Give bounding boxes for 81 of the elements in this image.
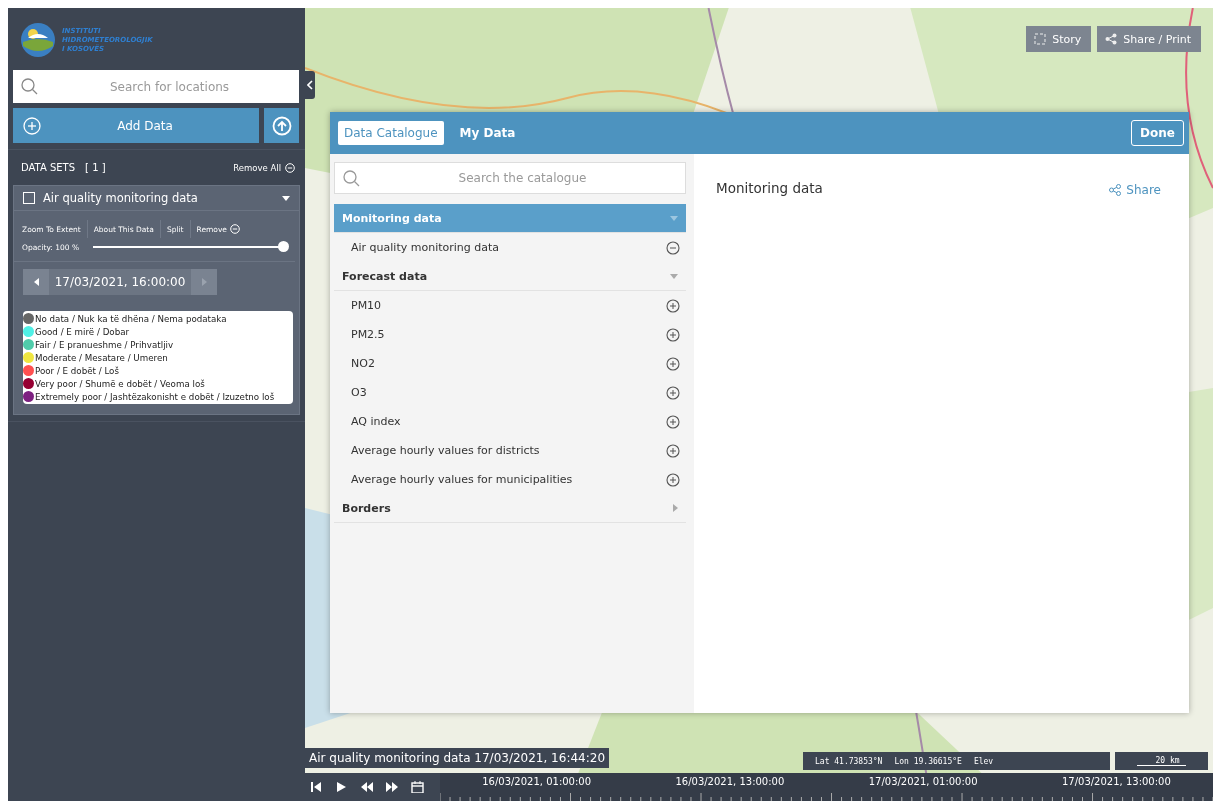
catalogue-item[interactable]: NO2: [351, 357, 666, 370]
coordinate-text: Lon 19.36615°E: [894, 756, 962, 766]
timeline-tick-label: 16/03/2021, 13:00:00: [675, 775, 785, 789]
plus-icon: [666, 356, 680, 371]
catalogue-item[interactable]: PM2.5: [351, 328, 666, 341]
legend-label: Good / E mirë / Dobar: [35, 326, 130, 337]
visibility-checkbox[interactable]: [23, 192, 35, 204]
plus-icon: [666, 443, 680, 458]
upload-button[interactable]: [264, 108, 299, 143]
timeline-track[interactable]: 16/03/2021, 01:00:00 16/03/2021, 13:00:00 17/03/2021, 01:00:00 17/03/2021, 13:00:00: [440, 773, 1213, 801]
catalogue-group[interactable]: Borders: [334, 494, 686, 523]
coordinate-text: Elev: [973, 756, 994, 766]
caret-down-icon: [670, 215, 678, 221]
legend-label: No data / Nuk ka të dhëna / Nema podataka: [35, 313, 227, 324]
share-icon: [1109, 184, 1122, 196]
legend-label: Poor / E dobët / Loš: [35, 365, 119, 376]
add-button[interactable]: [666, 414, 680, 429]
legend-label: Very poor / Shumë e dobët / Veoma loš: [35, 378, 205, 389]
catalogue-item[interactable]: Average hourly values for municipalities: [351, 473, 666, 486]
legend-label: Moderate / Mesatare / Umeren: [35, 352, 168, 363]
plus-icon: [23, 116, 41, 135]
catalogue-item[interactable]: Average hourly values for districts: [351, 444, 666, 457]
plus-icon: [666, 414, 680, 429]
share-icon: [1105, 33, 1118, 45]
catalogue-search-field[interactable]: Search the catalogue: [334, 162, 686, 194]
plus-icon: [666, 298, 680, 313]
layer-title: Air quality monitoring data: [43, 191, 199, 205]
plus-icon: [666, 327, 680, 342]
catalogue-group[interactable]: Forecast data: [334, 262, 686, 291]
frame-icon: [1034, 33, 1047, 45]
add-button[interactable]: [666, 385, 680, 400]
catalogue-search-input[interactable]: Search the catalogue: [368, 170, 677, 186]
minus-icon: [666, 240, 680, 255]
caret-down-icon: [670, 273, 678, 279]
rewind-icon[interactable]: [361, 781, 374, 793]
caret-right-icon: [673, 504, 678, 512]
add-button[interactable]: [666, 327, 680, 342]
previous-button[interactable]: [23, 269, 49, 295]
data-set-count: [ 1 ]: [85, 162, 106, 173]
caret-down-icon: [282, 195, 290, 201]
preview-title: Monitoring data: [716, 180, 823, 196]
skip-back-icon[interactable]: [311, 781, 324, 793]
add-button[interactable]: [666, 443, 680, 458]
catalogue-item[interactable]: Air quality monitoring data: [351, 241, 666, 254]
timeline-tick-label: 16/03/2021, 01:00:00: [482, 775, 592, 789]
section-title: DATA SETS: [21, 162, 76, 173]
add-button[interactable]: [666, 298, 680, 313]
date-label: 17/03/2021, 16:00:00: [53, 274, 187, 291]
right-arrow-icon: [201, 278, 207, 286]
minus-icon: [285, 162, 295, 173]
add-button[interactable]: [666, 356, 680, 371]
collapse-panel-button[interactable]: [305, 71, 315, 99]
catalogue-tab[interactable]: Data Catalogue: [338, 121, 444, 145]
timeline-tick-label: 17/03/2021, 13:00:00: [1061, 775, 1171, 789]
share-button[interactable]: Share: [1109, 183, 1161, 197]
search-icon: [343, 169, 360, 187]
catalogue-item[interactable]: AQ index: [351, 415, 666, 428]
fast-forward-icon[interactable]: [386, 781, 399, 793]
story-button[interactable]: Story: [1026, 26, 1092, 52]
remove-button[interactable]: [666, 240, 680, 255]
legend-label: Extremely poor / Jashtëzakonisht e dobët / Izuzetno loš: [35, 391, 275, 402]
calendar-icon[interactable]: [411, 781, 424, 793]
add-button[interactable]: [666, 472, 680, 487]
scale-label: 20 km: [1137, 756, 1186, 766]
catalogue-item[interactable]: O3: [351, 386, 666, 399]
upload-icon: [271, 115, 292, 136]
timeline-tick-label: 17/03/2021, 01:00:00: [868, 775, 978, 789]
legend-label: Fair / E pranueshme / Prihvatljiv: [35, 339, 174, 350]
remove-all-button[interactable]: Remove All: [233, 162, 295, 173]
chevron-left-icon: [307, 80, 313, 90]
layer-time-label: Air quality monitoring data 17/03/2021, 16:44:20: [305, 748, 609, 768]
plus-icon: [666, 385, 680, 400]
share-print-button[interactable]: Share / Print: [1097, 26, 1201, 52]
coordinate-text: Lat 41.73853°N: [815, 756, 883, 766]
search-icon: [21, 78, 38, 95]
left-arrow-icon: [33, 278, 39, 286]
search-field[interactable]: Search for locations: [13, 70, 299, 103]
logo-icon: [20, 22, 56, 58]
plus-icon: [666, 472, 680, 487]
minus-icon: [230, 224, 240, 234]
catalogue-item[interactable]: PM10: [351, 299, 666, 312]
